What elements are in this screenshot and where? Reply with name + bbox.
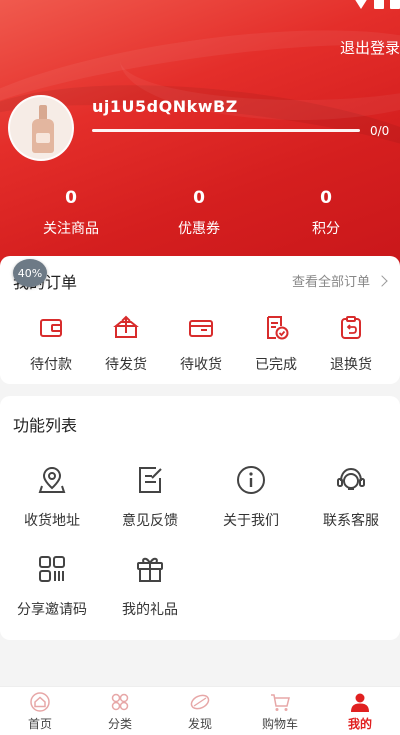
tab-label: 购物车 xyxy=(261,717,298,731)
chevron-right-icon xyxy=(376,274,388,287)
signal-icon xyxy=(374,0,384,9)
view-all-label: 查看全部订单 xyxy=(291,275,370,290)
view-all-orders-link[interactable]: 查看全部订单 xyxy=(291,271,388,290)
tab-label: 首页 xyxy=(27,717,52,731)
qr-code-icon xyxy=(39,556,65,582)
features-title: 功能列表 xyxy=(13,416,78,435)
stat-coupons[interactable]: 0 优惠券 xyxy=(154,188,244,238)
feature-share-invite-code[interactable]: 分享邀请码 xyxy=(4,553,100,619)
wallet-icon xyxy=(40,319,62,337)
wifi-icon xyxy=(354,0,368,9)
battery-icon xyxy=(390,0,400,9)
feature-about-us[interactable]: 关于我们 xyxy=(203,464,299,530)
order-status-awaiting-shipment[interactable]: 待发货 xyxy=(90,314,162,374)
tab-cart[interactable]: 购物车 xyxy=(240,687,320,735)
home-icon xyxy=(30,692,50,712)
feature-label: 我的礼品 xyxy=(122,602,178,618)
stat-label: 积分 xyxy=(312,221,340,237)
order-status-completed[interactable]: 已完成 xyxy=(240,314,312,374)
tab-label: 我的 xyxy=(347,717,372,731)
feature-customer-service[interactable]: 联系客服 xyxy=(303,464,399,530)
order-status-label: 退换货 xyxy=(330,357,372,373)
feedback-edit-icon xyxy=(139,467,162,493)
progress-badge: 40% xyxy=(13,259,47,287)
order-status-awaiting-receipt[interactable]: 待收货 xyxy=(165,314,237,374)
completed-document-icon xyxy=(267,316,289,340)
order-status-pending-payment[interactable]: 待付款 xyxy=(15,314,87,374)
stat-label: 优惠券 xyxy=(178,221,220,237)
tab-profile[interactable]: 我的 xyxy=(320,687,400,735)
stat-value: 0 xyxy=(193,188,205,208)
tab-label: 发现 xyxy=(187,717,212,731)
feature-my-gifts[interactable]: 我的礼品 xyxy=(102,553,198,619)
info-circle-icon xyxy=(237,466,265,494)
order-status-label: 待收货 xyxy=(180,357,222,373)
avatar[interactable] xyxy=(8,95,74,161)
avatar-bottle-image xyxy=(32,105,54,153)
headset-icon xyxy=(337,467,365,490)
order-status-label: 已完成 xyxy=(255,357,297,373)
discover-icon xyxy=(190,694,210,710)
order-status-label: 待付款 xyxy=(30,357,72,373)
logout-button[interactable]: 退出登录 xyxy=(340,37,400,58)
feature-label: 分享邀请码 xyxy=(17,602,87,618)
order-status-label: 待发货 xyxy=(105,357,147,373)
bottom-tab-bar: 首页 分类 发现 购物车 我的 xyxy=(0,686,400,735)
category-icon xyxy=(111,693,129,711)
stat-followed-products[interactable]: 0 关注商品 xyxy=(26,188,116,238)
feature-label: 收货地址 xyxy=(24,513,80,529)
stat-points[interactable]: 0 积分 xyxy=(281,188,371,238)
feature-feedback[interactable]: 意见反馈 xyxy=(102,464,198,530)
profile-icon xyxy=(351,693,369,712)
delivery-box-icon xyxy=(189,320,213,337)
feature-label: 意见反馈 xyxy=(122,513,178,529)
order-status-returns[interactable]: 退换货 xyxy=(315,314,387,374)
tab-home[interactable]: 首页 xyxy=(0,687,80,735)
stat-value: 0 xyxy=(65,188,77,208)
package-upload-icon xyxy=(113,315,139,338)
return-clipboard-icon xyxy=(341,316,361,339)
tab-category[interactable]: 分类 xyxy=(80,687,160,735)
stat-value: 0 xyxy=(320,188,332,208)
feature-label: 联系客服 xyxy=(323,513,379,529)
username: uj1U5dQNkwBZ xyxy=(92,97,238,116)
location-pin-icon xyxy=(38,466,66,493)
tab-label: 分类 xyxy=(107,717,132,731)
feature-label: 关于我们 xyxy=(223,513,279,529)
cart-icon xyxy=(271,694,290,711)
status-bar xyxy=(0,0,400,16)
gift-icon xyxy=(137,557,163,582)
feature-shipping-address[interactable]: 收货地址 xyxy=(4,464,100,530)
stat-label: 关注商品 xyxy=(43,221,99,237)
level-progress-bar xyxy=(92,129,360,132)
tab-discover[interactable]: 发现 xyxy=(160,687,240,735)
level-progress-text: 0/0 xyxy=(370,124,390,138)
